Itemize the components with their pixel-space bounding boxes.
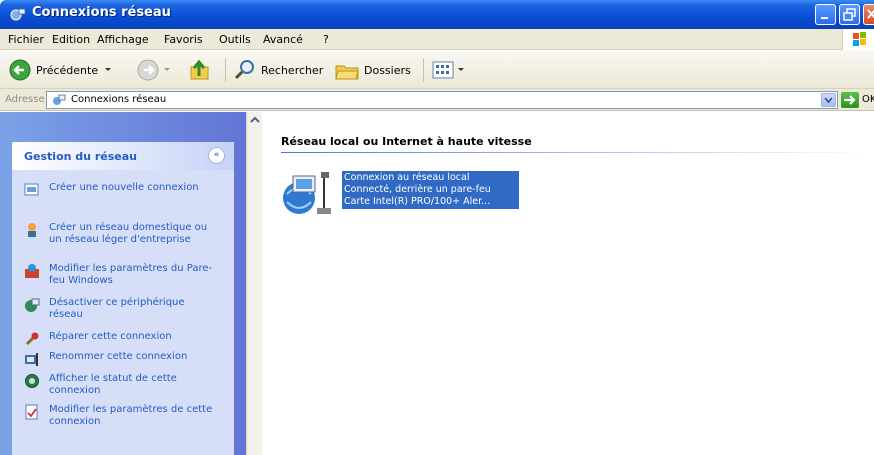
chevron-down-icon bbox=[824, 97, 833, 104]
task-create-connection[interactable]: Créer une nouvelle connexion bbox=[49, 182, 219, 194]
menu-outils[interactable]: Outils bbox=[219, 33, 251, 46]
rename-icon bbox=[25, 353, 38, 366]
up-folder-button[interactable] bbox=[188, 57, 212, 83]
folder-up-icon bbox=[190, 59, 209, 80]
title-bar: Connexions réseau bbox=[0, 0, 874, 29]
menu-bar: Fichier Edition Affichage Favoris Outils… bbox=[0, 29, 874, 50]
folders-icon bbox=[335, 65, 359, 80]
group-heading: Réseau local ou Internet à haute vitesse bbox=[281, 135, 532, 148]
windows-logo bbox=[842, 29, 874, 50]
properties-icon bbox=[25, 404, 38, 420]
address-input[interactable]: Connexions réseau bbox=[46, 91, 838, 109]
forward-arrow-icon bbox=[137, 59, 159, 81]
network-connections-icon bbox=[10, 8, 26, 21]
views-icon bbox=[432, 61, 454, 79]
forward-button[interactable] bbox=[136, 57, 176, 83]
address-bar: Adresse Connexions réseau OK bbox=[0, 89, 874, 111]
home-network-icon bbox=[28, 223, 36, 237]
connection-device: Carte Intel(R) PRO/100+ Aler... bbox=[344, 196, 491, 207]
folders-label: Dossiers bbox=[364, 63, 411, 77]
menu-help[interactable]: ? bbox=[323, 33, 329, 46]
chevron-down-icon[interactable] bbox=[98, 65, 114, 75]
chevron-up-icon bbox=[250, 116, 260, 123]
network-connections-icon bbox=[53, 94, 66, 105]
group-divider bbox=[281, 152, 871, 153]
lan-connection-icon[interactable] bbox=[279, 168, 341, 218]
go-label[interactable]: OK bbox=[862, 94, 874, 105]
task-create-home-network[interactable]: Créer un réseau domestique ou un réseau … bbox=[49, 222, 219, 246]
chevron-down-icon[interactable] bbox=[457, 65, 465, 75]
task-firewall-settings[interactable]: Modifier les paramètres du Pare-feu Wind… bbox=[49, 263, 219, 287]
maximize-button[interactable] bbox=[839, 4, 860, 25]
search-label: Rechercher bbox=[261, 63, 324, 77]
search-button[interactable]: Rechercher bbox=[233, 57, 323, 83]
panel-title: Gestion du réseau bbox=[24, 150, 137, 163]
menu-edition[interactable]: Edition bbox=[52, 33, 90, 46]
chevron-down-icon[interactable] bbox=[160, 65, 176, 75]
task-view-status[interactable]: Afficher le statut de cette connexion bbox=[49, 373, 219, 397]
lan-connection-item[interactable]: Connexion au réseau local Connecté, derr… bbox=[342, 171, 519, 209]
panel-header[interactable]: Gestion du réseau « bbox=[12, 142, 234, 170]
menu-fichier[interactable]: Fichier bbox=[8, 33, 44, 46]
double-chevron-up-icon: « bbox=[213, 150, 220, 160]
connection-status: Connecté, derrière un pare-feu bbox=[344, 184, 491, 195]
back-label: Précédente bbox=[36, 63, 99, 77]
go-arrow-icon bbox=[844, 95, 856, 105]
new-connection-icon bbox=[24, 183, 39, 196]
task-rename-connection[interactable]: Renommer cette connexion bbox=[49, 351, 219, 363]
menu-favoris[interactable]: Favoris bbox=[164, 33, 203, 46]
close-icon bbox=[867, 9, 874, 19]
go-button[interactable] bbox=[841, 92, 859, 108]
address-dropdown-button[interactable] bbox=[821, 93, 836, 107]
views-button[interactable] bbox=[431, 57, 465, 83]
task-repair-connection[interactable]: Réparer cette connexion bbox=[49, 331, 219, 343]
status-icon bbox=[25, 374, 39, 388]
toolbar: Précédente Rechercher Dossiers bbox=[0, 50, 874, 89]
task-change-settings[interactable]: Modifier les paramètres de cette connexi… bbox=[49, 404, 219, 428]
main-content: Réseau local ou Internet à haute vitesse… bbox=[262, 112, 874, 455]
vertical-scrollbar[interactable] bbox=[246, 112, 262, 455]
folders-button[interactable]: Dossiers bbox=[334, 57, 411, 83]
repair-icon bbox=[25, 332, 39, 346]
back-arrow-icon bbox=[9, 59, 31, 81]
address-label: Adresse bbox=[5, 94, 45, 105]
windows-flag-icon bbox=[853, 32, 866, 46]
network-tasks-panel: Gestion du réseau « Créer une nouvelle c… bbox=[12, 142, 234, 455]
firewall-icon bbox=[25, 264, 39, 278]
menu-avance[interactable]: Avancé bbox=[263, 33, 303, 46]
menu-affichage[interactable]: Affichage bbox=[97, 33, 149, 46]
close-button[interactable] bbox=[863, 4, 874, 25]
minimize-button[interactable] bbox=[815, 4, 836, 25]
task-pane: Gestion du réseau « Créer une nouvelle c… bbox=[0, 112, 246, 455]
search-icon bbox=[234, 60, 254, 80]
back-button[interactable]: Précédente bbox=[8, 57, 114, 83]
scroll-up-button[interactable] bbox=[248, 114, 262, 128]
address-value: Connexions réseau bbox=[71, 94, 167, 105]
maximize-icon bbox=[843, 8, 856, 21]
disable-device-icon bbox=[25, 298, 40, 312]
window-title: Connexions réseau bbox=[32, 5, 171, 20]
minimize-icon bbox=[821, 17, 828, 19]
connection-name: Connexion au réseau local bbox=[344, 172, 470, 183]
collapse-button[interactable]: « bbox=[208, 147, 225, 164]
task-disable-device[interactable]: Désactiver ce périphérique réseau bbox=[49, 297, 219, 321]
